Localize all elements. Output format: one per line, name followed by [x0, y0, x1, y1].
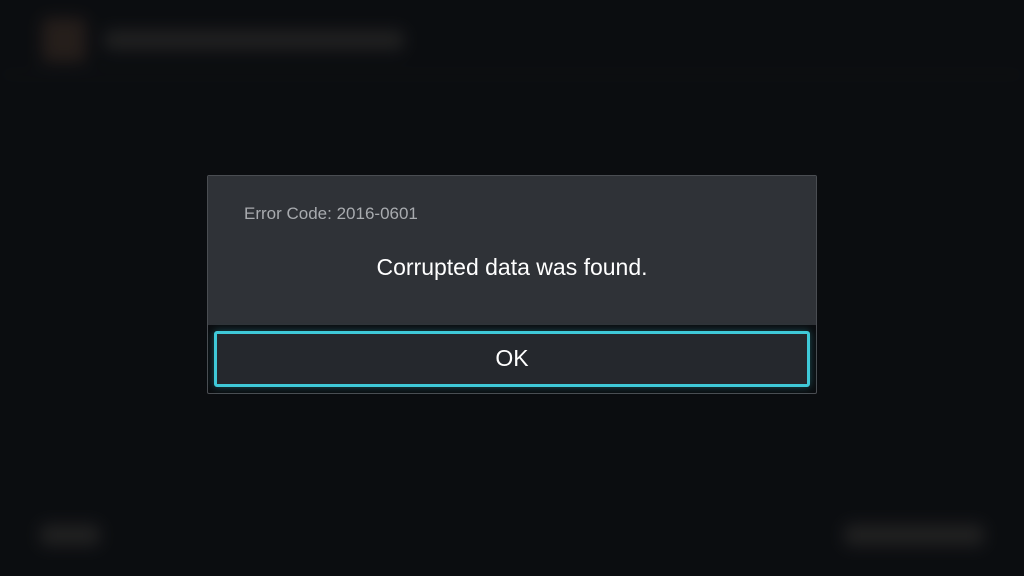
- dialog-body: Error Code: 2016-0601 Corrupted data was…: [208, 176, 816, 325]
- modal-overlay: Error Code: 2016-0601 Corrupted data was…: [0, 0, 1024, 576]
- error-code-label: Error Code: 2016-0601: [244, 204, 780, 224]
- error-dialog: Error Code: 2016-0601 Corrupted data was…: [207, 175, 817, 394]
- error-message: Corrupted data was found.: [244, 254, 780, 281]
- ok-button[interactable]: OK: [214, 331, 810, 387]
- dialog-actions: OK: [208, 325, 816, 393]
